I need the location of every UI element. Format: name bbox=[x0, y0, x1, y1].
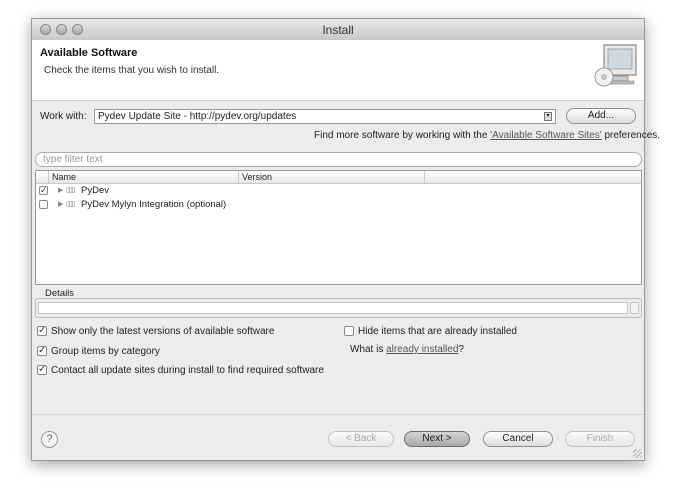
latest-only-checkbox[interactable]: ✓ bbox=[37, 326, 47, 336]
table-row[interactable]: ▶ ▯▯▯ PyDev Mylyn Integration (optional) bbox=[36, 198, 641, 212]
title-bar[interactable]: Install bbox=[32, 19, 644, 41]
column-header-check bbox=[36, 171, 49, 183]
row-name: PyDev bbox=[81, 185, 109, 196]
latest-only-label: Show only the latest versions of availab… bbox=[51, 326, 275, 337]
resize-grip-icon[interactable] bbox=[633, 449, 642, 458]
filter-input[interactable]: type filter text bbox=[35, 152, 642, 167]
group-by-category-checkbox[interactable]: ✓ bbox=[37, 346, 47, 356]
back-button[interactable]: < Back bbox=[328, 431, 394, 447]
package-icon: ▯▯▯ bbox=[66, 201, 76, 208]
group-by-category-label: Group items by category bbox=[51, 346, 160, 357]
hide-installed-checkbox[interactable] bbox=[344, 326, 354, 336]
find-more-suffix: preferences. bbox=[601, 130, 661, 141]
add-site-button[interactable]: Add... bbox=[566, 108, 636, 124]
page-title: Available Software bbox=[40, 47, 138, 59]
dropdown-arrow-icon[interactable]: ▾ bbox=[544, 112, 552, 121]
cancel-button[interactable]: Cancel bbox=[483, 431, 553, 447]
row-name: PyDev Mylyn Integration (optional) bbox=[81, 199, 227, 210]
hide-installed-label: Hide items that are already installed bbox=[358, 326, 517, 337]
button-bar-separator bbox=[32, 414, 644, 415]
window-title: Install bbox=[322, 23, 354, 37]
contact-all-sites-label: Contact all update sites during install … bbox=[51, 365, 324, 376]
package-icon: ▯▯▯ bbox=[66, 187, 76, 194]
column-header-version[interactable]: Version bbox=[239, 171, 425, 183]
work-with-value: Pydev Update Site - http://pydev.org/upd… bbox=[98, 111, 297, 122]
row-checkbox[interactable]: ✓ bbox=[39, 186, 48, 195]
expand-arrow-icon[interactable]: ▶ bbox=[58, 184, 63, 198]
finish-button[interactable]: Finish bbox=[565, 431, 635, 447]
column-header-name[interactable]: Name bbox=[49, 171, 239, 183]
wizard-header: Available Software Check the items that … bbox=[32, 40, 644, 101]
details-group bbox=[35, 298, 642, 318]
table-row[interactable]: ✓ ▶ ▯▯▯ PyDev bbox=[36, 184, 641, 198]
computer-install-icon bbox=[594, 44, 637, 87]
already-installed-link[interactable]: already installed bbox=[386, 344, 458, 355]
find-more-text: Find more software by working with the '… bbox=[314, 130, 660, 141]
find-more-prefix: Find more software by working with the bbox=[314, 130, 491, 141]
details-scrollbar[interactable] bbox=[630, 302, 639, 314]
what-is-suffix: ? bbox=[458, 344, 464, 355]
page-description: Check the items that you wish to install… bbox=[44, 65, 220, 76]
what-is-prefix: What is bbox=[350, 344, 387, 355]
table-header: Name Version bbox=[36, 171, 641, 184]
work-with-label: Work with: bbox=[40, 111, 87, 122]
what-is-installed-text: What is already installed? bbox=[350, 344, 464, 355]
work-with-combo[interactable]: Pydev Update Site - http://pydev.org/upd… bbox=[94, 109, 556, 124]
row-checkbox[interactable] bbox=[39, 200, 48, 209]
next-button[interactable]: Next > bbox=[404, 431, 470, 447]
expand-arrow-icon[interactable]: ▶ bbox=[58, 198, 63, 212]
details-text-area[interactable] bbox=[38, 302, 628, 314]
available-software-sites-link[interactable]: 'Available Software Sites' bbox=[490, 130, 601, 141]
software-table: Name Version ✓ ▶ ▯▯▯ PyDev ▶ ▯▯▯ PyDev M… bbox=[35, 170, 642, 285]
help-icon[interactable]: ? bbox=[41, 431, 58, 448]
contact-all-sites-checkbox[interactable]: ✓ bbox=[37, 365, 47, 375]
install-dialog: Install Available Software Check the ite… bbox=[31, 18, 660, 461]
